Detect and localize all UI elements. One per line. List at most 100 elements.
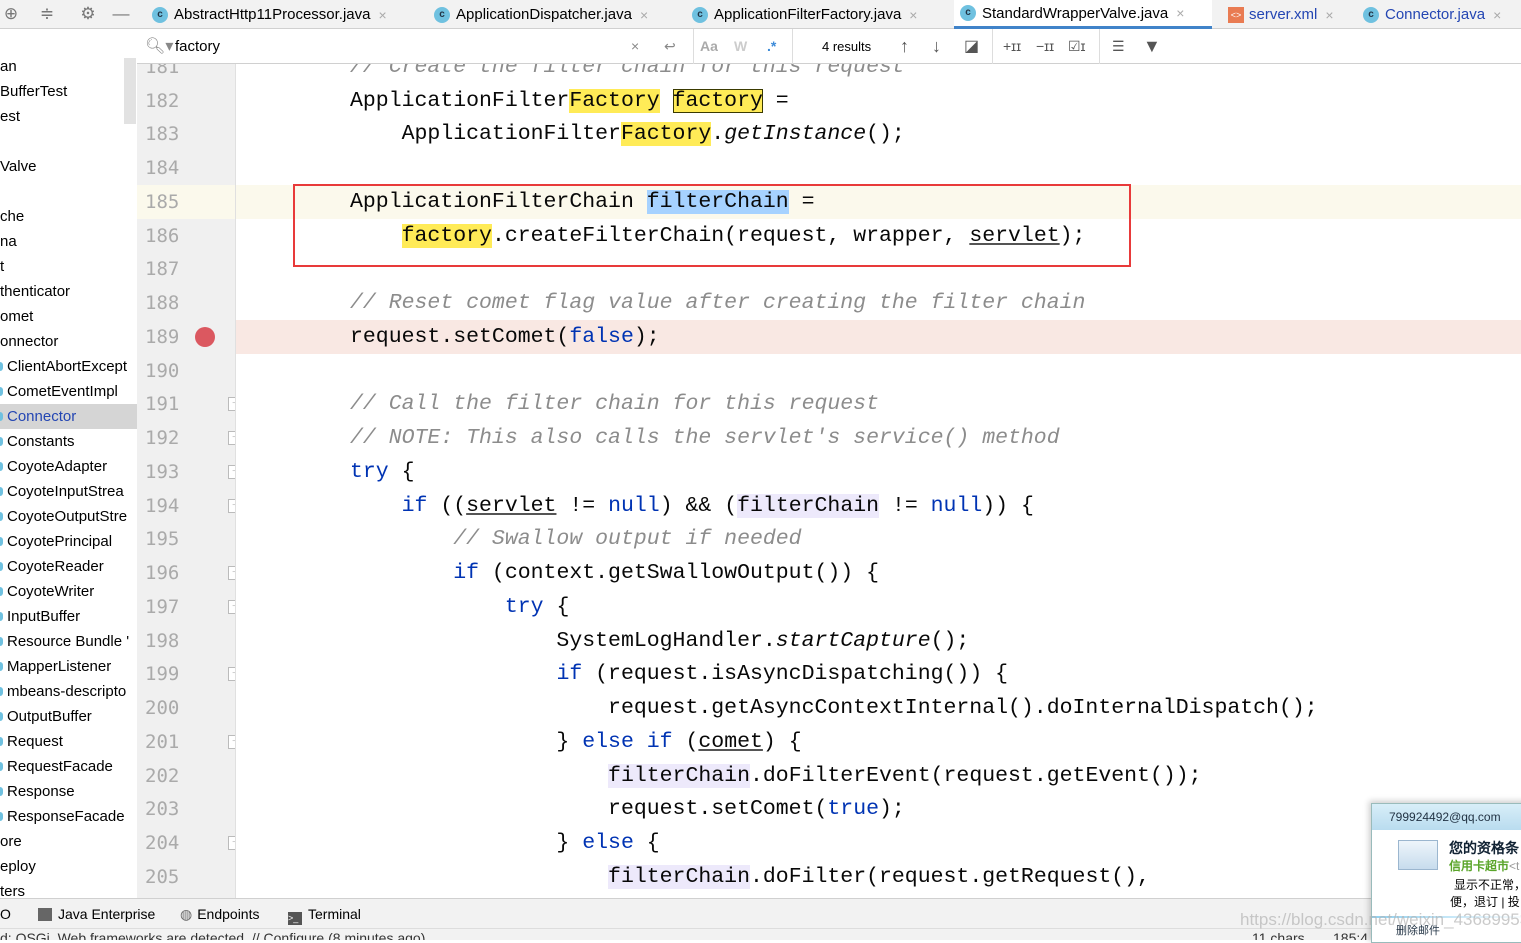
close-tab-icon[interactable]: × xyxy=(909,7,917,23)
code-token: } xyxy=(350,729,583,754)
project-tree-item[interactable]: Constants xyxy=(0,429,137,454)
previous-occurrence-icon[interactable]: ↑ xyxy=(900,29,909,64)
close-tab-icon[interactable]: × xyxy=(1176,5,1184,21)
project-tree-item[interactable]: thenticator xyxy=(0,279,137,304)
code-token: { xyxy=(633,831,660,856)
code-line: ApplicationFilterFactory.getInstance(); xyxy=(350,117,905,151)
breakpoint-icon[interactable] xyxy=(195,326,215,347)
code-token: comet xyxy=(698,729,763,754)
line-number: 192 xyxy=(145,427,180,450)
project-tree-item[interactable]: est xyxy=(0,104,137,129)
multiline-icon[interactable]: ☰ xyxy=(1112,29,1125,64)
tab-connector-java[interactable]: c Connector.java × xyxy=(1357,0,1507,29)
project-tree-item[interactable]: CoyotePrincipal xyxy=(0,529,137,554)
fold-close-icon[interactable]: − xyxy=(228,836,235,851)
remove-selection-icon[interactable]: −ɪɪ xyxy=(1036,29,1054,64)
search-input[interactable]: factory xyxy=(175,29,220,64)
project-tree-item[interactable]: na xyxy=(0,229,137,254)
tool-window-terminal[interactable]: >_ Terminal xyxy=(288,899,361,929)
fold-open-icon[interactable]: − xyxy=(228,464,235,479)
project-tree-item[interactable]: CometEventImpl xyxy=(0,379,137,404)
project-tree-item[interactable]: Resource Bundle ' xyxy=(0,629,137,654)
project-tree-item[interactable]: CoyoteAdapter xyxy=(0,454,137,479)
minimize-icon[interactable]: — xyxy=(110,3,132,25)
fold-open-icon[interactable]: − xyxy=(228,566,235,581)
project-tree-item[interactable]: MapperListener xyxy=(0,654,137,679)
project-tree-item[interactable]: che xyxy=(0,204,137,229)
project-tree-item[interactable]: ResponseFacade xyxy=(0,804,137,829)
project-tree-item[interactable]: mbeans-descripto xyxy=(0,679,137,704)
clear-search-icon[interactable]: × xyxy=(631,29,639,64)
regex-toggle[interactable]: .* xyxy=(767,29,776,64)
gear-icon[interactable]: ⚙ xyxy=(77,3,99,25)
project-scrollbar[interactable] xyxy=(124,58,136,124)
select-all-icon[interactable]: ◪ xyxy=(964,29,979,64)
project-tree-item[interactable]: ore xyxy=(0,829,137,854)
project-tree-item[interactable]: CoyoteReader xyxy=(0,554,137,579)
project-tree-item[interactable]: BufferTest xyxy=(0,79,137,104)
mail-subject[interactable]: 您的资格条 xyxy=(1449,838,1519,858)
fold-open-icon[interactable]: − xyxy=(228,599,235,614)
tab-server-xml[interactable]: <> server.xml × xyxy=(1219,0,1340,29)
status-message[interactable]: d: OSGi, Web frameworks are detected. //… xyxy=(0,930,425,940)
tool-window-o[interactable]: O xyxy=(0,899,11,929)
fold-open-icon[interactable]: − xyxy=(228,397,235,412)
project-tree-item[interactable]: omet xyxy=(0,304,137,329)
collapse-icon[interactable]: ≑ xyxy=(36,3,58,25)
next-occurrence-icon[interactable]: ↓ xyxy=(932,29,941,64)
project-tree-item[interactable] xyxy=(0,129,137,154)
project-tree-item[interactable]: ClientAbortExcept xyxy=(0,354,137,379)
project-tree-item[interactable]: eploy xyxy=(0,854,137,879)
tab-abstracthttp11processor-java[interactable]: c AbstractHttp11Processor.java × xyxy=(146,0,393,29)
tool-window-endpoints[interactable]: ◍ Endpoints xyxy=(180,899,260,929)
code-token: (context.getSwallowOutput()) { xyxy=(479,561,879,586)
project-tree-item[interactable]: an xyxy=(0,56,137,79)
code-line: // Reset comet flag value after creating… xyxy=(350,286,1085,320)
project-tree-item[interactable]: Valve xyxy=(0,154,137,179)
filter-icon[interactable]: ▼ xyxy=(1143,29,1161,64)
fold-close-icon[interactable]: − xyxy=(228,734,235,749)
project-tree-item[interactable]: onnector xyxy=(0,329,137,354)
code-token: .doFilterEvent(request.getEvent()); xyxy=(749,763,1202,788)
code-token: { xyxy=(543,594,570,619)
close-tab-icon[interactable]: × xyxy=(640,7,648,23)
project-tree-item[interactable]: InputBuffer xyxy=(0,604,137,629)
class-icon xyxy=(0,537,3,546)
close-tab-icon[interactable]: × xyxy=(1325,7,1333,23)
tool-window-java-enterprise[interactable]: Java Enterprise xyxy=(38,899,155,929)
project-tree-item[interactable]: CoyoteInputStrea xyxy=(0,479,137,504)
close-tab-icon[interactable]: × xyxy=(378,7,386,23)
search-icon[interactable]: 🔍︎▾ xyxy=(145,29,173,64)
project-tree-item[interactable]: Response xyxy=(0,779,137,804)
project-tree-item[interactable]: RequestFacade xyxy=(0,754,137,779)
close-tab-icon[interactable]: × xyxy=(1493,7,1501,23)
project-tree-item[interactable]: CoyoteWriter xyxy=(0,579,137,604)
item-label: che xyxy=(0,208,25,225)
words-toggle[interactable]: W xyxy=(734,29,747,64)
project-tree-item[interactable]: t xyxy=(0,254,137,279)
project-tree-item[interactable] xyxy=(0,179,137,204)
selection-chars: 11 chars xyxy=(1252,930,1305,940)
fold-open-icon[interactable]: − xyxy=(228,667,235,682)
tab-standardwrappervalve-java[interactable]: c StandardWrapperValve.java × xyxy=(954,0,1212,29)
project-tree-item[interactable]: OutputBuffer xyxy=(0,704,137,729)
fold-close-icon[interactable]: − xyxy=(228,431,235,446)
project-tree-item[interactable]: ters xyxy=(0,879,137,898)
crosshair-icon[interactable]: ⊕ xyxy=(0,3,22,25)
tab-applicationfilterfactory-java[interactable]: c ApplicationFilterFactory.java × xyxy=(686,0,923,29)
project-tree-item[interactable]: Connector xyxy=(0,404,137,429)
code-line: if ((servlet != null) && (filterChain !=… xyxy=(350,489,1034,523)
match-case-toggle[interactable]: Aa xyxy=(700,29,718,64)
code-line: // Call the filter chain for this reques… xyxy=(350,387,879,421)
fold-open-icon[interactable]: − xyxy=(228,498,235,513)
toggle-selection-icon[interactable]: ☑ɪ xyxy=(1068,29,1086,64)
project-tree-item[interactable]: Request xyxy=(0,729,137,754)
class-icon xyxy=(0,662,3,671)
tab-applicationdispatcher-java[interactable]: c ApplicationDispatcher.java × xyxy=(428,0,654,29)
project-tree-item[interactable]: CoyoteOutputStre xyxy=(0,504,137,529)
add-selection-icon[interactable]: +ɪɪ xyxy=(1003,29,1021,64)
new-line-icon[interactable]: ↩ xyxy=(664,29,676,64)
caret-position[interactable]: 185:4 xyxy=(1333,930,1368,940)
